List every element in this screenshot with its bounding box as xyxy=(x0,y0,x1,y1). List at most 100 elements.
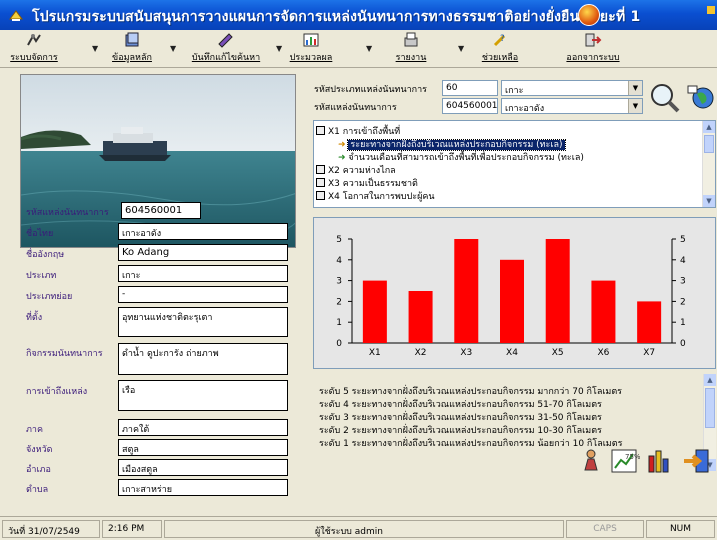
type-label: ประเภท xyxy=(26,271,57,281)
bar-x3 xyxy=(454,239,479,343)
y-tick-label: 1 xyxy=(336,318,342,328)
arrow-icon: ➜ xyxy=(338,153,346,163)
tree-item-label: X2 ความห่างไกล xyxy=(328,166,396,176)
activity-field[interactable]: ดำน้ำ ดูปะการัง ถ่ายภาพ xyxy=(118,343,288,375)
subtype-field[interactable]: - xyxy=(118,286,288,303)
dropdown-arrow-icon[interactable]: ▼ xyxy=(458,44,464,53)
exit-arrow-icon[interactable] xyxy=(682,447,712,475)
bar-x1 xyxy=(362,280,387,343)
scroll-up-icon[interactable]: ▲ xyxy=(704,374,716,386)
tree-item-x3[interactable]: X3 ความเป็นธรรมชาติ xyxy=(316,176,418,190)
y-tick-label-right: 5 xyxy=(680,235,686,245)
activity-label: กิจกรรมนันทนาการ xyxy=(26,349,103,359)
chevron-down-icon[interactable]: ▼ xyxy=(628,99,642,113)
search-icon[interactable] xyxy=(648,82,682,116)
chevron-down-icon[interactable]: ▼ xyxy=(628,81,642,95)
x-tick-label: X7 xyxy=(643,348,655,358)
app-icon[interactable] xyxy=(6,5,26,25)
tree-item-label: X4 โอกาสในการพบปะผู้คน xyxy=(328,192,435,202)
status-time: 2:16 PM xyxy=(102,520,162,538)
y-tick-label-right: 3 xyxy=(680,277,686,287)
access-field[interactable]: เรือ xyxy=(118,380,288,411)
window-control-icon[interactable] xyxy=(707,6,715,14)
thai-name-label: ชื่อไทย xyxy=(26,229,54,239)
tree-item-months[interactable]: ➜ จำนวนเดือนที่สามารถเข้าถึงพื้นที่เพื่อ… xyxy=(338,150,584,164)
site-select[interactable]: เกาะอาดัง ▼ xyxy=(501,98,643,114)
bar-chart-panel: 0 0 1 1 2 2 3 3 4 4 5 5 X1 X2 X3 X4 X5 X6 X7 xyxy=(313,217,716,369)
bar-x4 xyxy=(500,259,524,343)
bar-chart-icon[interactable] xyxy=(646,447,676,475)
toolbar-system-button[interactable]: ระบบจัดการ xyxy=(8,32,60,66)
y-tick-label: 3 xyxy=(336,277,342,287)
subdistrict-field[interactable]: เกาะสาหร่าย xyxy=(118,479,288,496)
arrow-icon: ➜ xyxy=(338,140,346,150)
status-bar: วันที่ 31/07/2549 2:16 PM ผู้ใช้ระบบ adm… xyxy=(0,516,717,540)
title-bar: โปรแกรมระบบสนับสนุนการวางแผนการจัดการแหล… xyxy=(0,0,717,30)
toolbar-exit-button[interactable]: ออกจากระบบ xyxy=(562,32,624,66)
dropdown-arrow-icon[interactable]: ▼ xyxy=(170,44,176,53)
globe-icon[interactable] xyxy=(686,82,716,112)
chart-report-icon[interactable]: 75% xyxy=(610,447,640,475)
criteria-tree[interactable]: X1 การเข้าถึงพื้นที่ ➜ ระยะทางจากฝั่งถึง… xyxy=(313,120,716,208)
bar-chart: 0 0 1 1 2 2 3 3 4 4 5 5 X1 X2 X3 X4 X5 X6 X7 xyxy=(336,235,686,358)
status-date: วันที่ 31/07/2549 xyxy=(2,520,100,538)
toolbar-database-button[interactable]: ข้อมูลหลัก xyxy=(104,32,160,66)
scroll-thumb[interactable] xyxy=(704,135,714,153)
tree-item-x2[interactable]: X2 ความห่างไกล xyxy=(316,163,396,177)
toolbar-help-button[interactable]: ? ช่วยเหลือ xyxy=(478,32,522,66)
y-tick-label-right: 4 xyxy=(680,256,686,266)
svg-text:?: ? xyxy=(500,34,505,44)
expand-icon[interactable] xyxy=(316,126,325,135)
toolbar-report-button[interactable]: รายงาน xyxy=(390,32,432,66)
toolbar-edit-button[interactable]: บันทึกแก้ไขค้นหา xyxy=(184,32,268,66)
site-photo xyxy=(20,74,296,248)
tree-item-label: X1 การเข้าถึงพื้นที่ xyxy=(328,127,401,137)
scroll-thumb[interactable] xyxy=(705,388,715,428)
x-tick-label: X4 xyxy=(506,348,518,358)
expand-icon[interactable] xyxy=(316,178,325,187)
level-2-text: ระดับ 2 ระยะทางจากฝั่งถึงบริเวณแหล่งประก… xyxy=(319,426,602,436)
status-user: ผู้ใช้ระบบ admin xyxy=(164,520,564,538)
expand-icon[interactable] xyxy=(316,191,325,200)
english-name-field[interactable]: Ko Adang xyxy=(118,244,288,261)
toolbar-label: บันทึกแก้ไขค้นหา xyxy=(191,53,261,63)
exit-icon xyxy=(585,33,602,47)
dropdown-arrow-icon[interactable]: ▼ xyxy=(366,44,372,53)
status-num: NUM xyxy=(646,520,715,538)
scroll-up-icon[interactable]: ▲ xyxy=(703,121,715,133)
svg-text:75%: 75% xyxy=(625,453,640,461)
tree-item-label-selected: ระยะทางจากฝั่งถึงบริเวณแหล่งประกอบกิจกรร… xyxy=(347,139,566,151)
district-label: อำเภอ xyxy=(26,465,51,475)
toolbar-process-button[interactable]: ประมวลผล xyxy=(286,32,336,66)
logo-icon xyxy=(578,4,600,26)
thai-name-field[interactable]: เกาะอาดัง xyxy=(118,223,288,240)
tree-scrollbar[interactable]: ▲ ▼ xyxy=(702,121,715,207)
scroll-down-icon[interactable]: ▼ xyxy=(703,195,715,207)
region-field[interactable]: ภาคใต้ xyxy=(118,419,288,436)
person-icon[interactable] xyxy=(578,447,604,475)
dropdown-arrow-icon[interactable]: ▼ xyxy=(276,44,282,53)
district-field[interactable]: เมืองสตูล xyxy=(118,459,288,476)
site-code-input[interactable]: 604560001 xyxy=(442,98,498,114)
site-id-field[interactable]: 604560001 xyxy=(121,202,201,219)
type-select[interactable]: เกาะ ▼ xyxy=(501,80,643,96)
tree-item-x1[interactable]: X1 การเข้าถึงพื้นที่ xyxy=(316,124,400,138)
type-code-input[interactable]: 60 xyxy=(442,80,498,96)
bar-x5 xyxy=(545,239,570,343)
edit-icon xyxy=(218,33,233,48)
tree-item-label: X3 ความเป็นธรรมชาติ xyxy=(328,179,418,189)
location-field[interactable]: อุทยานแห่งชาติตะรุเตา xyxy=(118,307,288,337)
y-tick-label: 2 xyxy=(336,297,342,307)
bar-x7 xyxy=(637,301,662,343)
tree-item-distance[interactable]: ➜ ระยะทางจากฝั่งถึงบริเวณแหล่งประกอบกิจก… xyxy=(338,137,566,151)
y-tick-label-right: 2 xyxy=(680,297,686,307)
province-field[interactable]: สตูล xyxy=(118,439,288,456)
type-field[interactable]: เกาะ xyxy=(118,265,288,282)
dropdown-arrow-icon[interactable]: ▼ xyxy=(92,44,98,53)
level-5-text: ระดับ 5 ระยะทางจากฝั่งถึงบริเวณแหล่งประก… xyxy=(319,387,623,397)
expand-icon[interactable] xyxy=(316,165,325,174)
x-tick-label: X6 xyxy=(597,348,609,358)
tree-item-x4[interactable]: X4 โอกาสในการพบปะผู้คน xyxy=(316,189,435,203)
y-tick-label: 5 xyxy=(336,235,342,245)
tree-item-label: จำนวนเดือนที่สามารถเข้าถึงพื้นที่เพื่อปร… xyxy=(348,153,584,163)
